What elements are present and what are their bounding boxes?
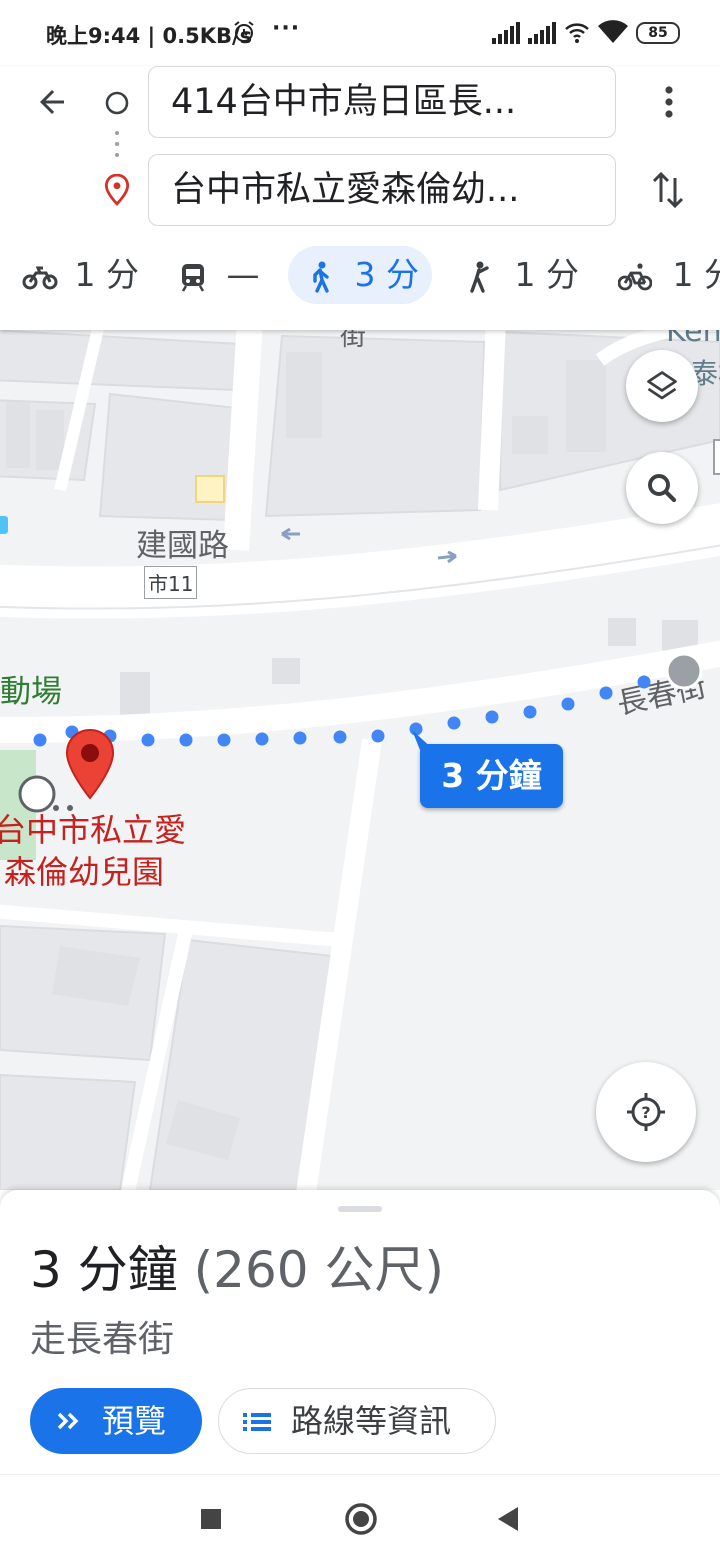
search-icon [644,470,680,510]
route-summary: 3 分鐘 (260 公尺) [30,1230,444,1302]
destination-label-2: 森倫幼兒園 [4,852,164,892]
double-chevron-icon [56,1388,82,1476]
swap-directions-icon[interactable] [650,170,686,214]
destination-pin-icon [104,174,130,210]
route-time-chip[interactable]: 3 分鐘 [420,744,563,808]
mode-bicycle[interactable]: 1 分 [618,246,720,304]
route-time-chip-label: 3 分鐘 [420,744,563,808]
mode-ride-hailing-time: 1 分 [515,255,580,294]
ride-hailing-icon [466,255,492,294]
directions-header: 414台中市烏日區長... 台中市私立愛森倫幼... 1 分 — 3 分 1 分… [0,66,720,330]
list-icon [243,1389,271,1474]
more-options-icon[interactable] [654,84,684,124]
preview-button[interactable]: 預覽 [30,1388,202,1454]
mode-motorcycle-time: 1 分 [75,255,140,294]
preview-label: 預覽 [102,1388,166,1454]
signal-2-icon [528,22,556,44]
status-bar: 晚上9:44 | 0.5KB/s ··· 85 [0,0,720,66]
mode-motorcycle[interactable]: 1 分 [22,246,132,304]
my-location-button[interactable]: ? [596,1062,696,1162]
system-navigation-bar [0,1474,720,1561]
layers-icon [644,368,680,408]
bicycle-icon [618,255,652,294]
more-notifications-icon: ··· [272,16,300,41]
destination-input[interactable]: 台中市私立愛森倫幼... [148,154,616,226]
steps-label: 路線等資訊 [291,1389,451,1453]
back-arrow-icon[interactable] [34,84,70,124]
location-unknown-icon: ? [626,1092,666,1136]
status-time-network: 晚上9:44 | 0.5KB/s [46,20,252,50]
sheet-drag-handle[interactable] [338,1206,382,1212]
svg-text:?: ? [641,1103,650,1122]
hotspot-icon [564,20,590,48]
map-view[interactable]: 街 建國路 市11 動場 長春街 Kent 泰椛 台中市私立愛 森倫幼兒園 3 … [0,330,720,1190]
mode-bicycle-time: 1 分 [673,255,720,294]
route-distance: (260 公尺) [194,1241,444,1299]
recents-square-icon[interactable] [200,1508,222,1534]
steps-more-info-button[interactable]: 路線等資訊 [218,1388,496,1454]
route-connector-dots [115,130,119,164]
layers-button[interactable] [626,350,698,422]
origin-circle-icon [104,90,130,120]
battery-indicator: 85 [636,22,680,44]
back-triangle-icon[interactable] [496,1506,520,1536]
destination-label-1: 台中市私立愛 [0,810,186,850]
alarm-icon [232,20,256,48]
walk-icon [308,255,332,294]
origin-input[interactable]: 414台中市烏日區長... [148,66,616,138]
mode-transit-time: — [227,255,260,294]
transit-icon [180,255,206,294]
home-circle-icon[interactable] [344,1502,378,1540]
destination-marker-icon[interactable] [64,728,116,804]
route-duration: 3 分鐘 [30,1241,178,1299]
wifi-icon [598,20,628,48]
route-via: 走長春街 [30,1310,174,1362]
mode-ride-hailing[interactable]: 1 分 [466,246,576,304]
motorcycle-icon [22,255,58,294]
signal-1-icon [492,22,520,44]
mode-walk-time: 3 分 [355,255,420,294]
search-along-route-button[interactable] [626,452,698,524]
mode-transit[interactable]: — [180,246,270,304]
mode-walk[interactable]: 3 分 [288,246,432,304]
route-summary-sheet[interactable]: 3 分鐘 (260 公尺) 走長春街 預覽 路線等資訊 [0,1190,720,1474]
